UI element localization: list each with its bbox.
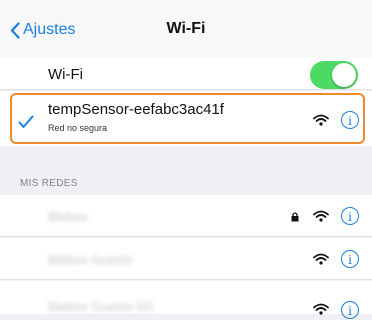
wifi-signal-icon (313, 303, 329, 315)
network-name: Blebox Guests (48, 252, 133, 267)
info-icon[interactable]: i (341, 207, 359, 225)
wifi-toggle-row: Wi-Fi (0, 58, 372, 90)
lock-icon (291, 212, 299, 222)
connected-network-subtitle: Red no segura (48, 123, 108, 133)
wifi-signal-icon (313, 253, 329, 265)
network-name: Blebox Guests 5G (48, 299, 154, 314)
info-icon[interactable]: i (341, 111, 359, 129)
section-header: MIS REDES (20, 178, 78, 189)
wifi-toggle-switch[interactable] (310, 61, 358, 89)
navigation-bar: Ajustes Wi-Fi (0, 0, 372, 59)
checkmark-icon (18, 115, 34, 128)
toggle-knob (332, 63, 356, 87)
wifi-signal-icon (313, 210, 329, 222)
network-name: Blebox (48, 209, 88, 224)
info-icon[interactable]: i (341, 250, 359, 268)
wifi-signal-icon (313, 114, 329, 126)
page-title: Wi-Fi (166, 20, 206, 37)
info-icon[interactable]: i (341, 301, 359, 319)
wifi-toggle-label: Wi-Fi (48, 66, 83, 83)
connected-network-name: tempSensor-eefabc3ac41f (48, 101, 224, 118)
